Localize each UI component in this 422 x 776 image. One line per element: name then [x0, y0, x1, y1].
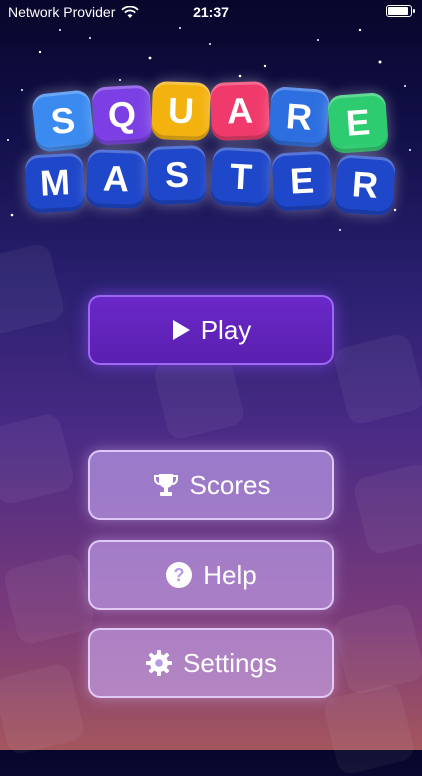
background-tile [1, 551, 97, 647]
logo-tile: E [271, 150, 333, 212]
logo-tile: S [147, 145, 207, 205]
clock: 21:37 [193, 4, 229, 20]
logo-tile: A [210, 81, 270, 141]
logo-tile: Q [91, 84, 153, 146]
logo-tile: E [327, 92, 389, 154]
background-tile [0, 241, 67, 337]
settings-label: Settings [183, 647, 277, 678]
background-tile [0, 661, 87, 757]
trophy-icon [152, 471, 180, 499]
play-label: Play [200, 314, 252, 345]
logo-tile: R [268, 86, 330, 148]
logo-tile: R [334, 154, 396, 216]
background-tile [321, 681, 417, 776]
scores-button[interactable]: Scores [88, 450, 334, 520]
svg-text:?: ? [174, 565, 185, 585]
background-tile [331, 601, 422, 697]
help-button[interactable]: ? Help [88, 540, 334, 610]
background-tile [0, 411, 77, 507]
background-tile [331, 331, 422, 427]
help-label: Help [203, 559, 257, 590]
play-button[interactable]: Play [88, 295, 334, 365]
logo-tile: U [151, 81, 211, 141]
logo-tile: T [210, 146, 272, 208]
battery-icon [386, 5, 415, 17]
logo-tile: M [24, 152, 86, 214]
logo-tile: S [31, 89, 95, 153]
play-triangle-icon [171, 319, 191, 341]
background-tile [351, 461, 422, 557]
question-circle-icon: ? [165, 561, 193, 589]
logo-tile: A [86, 149, 146, 209]
gear-icon [145, 649, 173, 677]
status-bar: Network Provider 21:37 [0, 0, 422, 24]
settings-button[interactable]: Settings [88, 628, 334, 698]
scores-label: Scores [189, 469, 271, 500]
